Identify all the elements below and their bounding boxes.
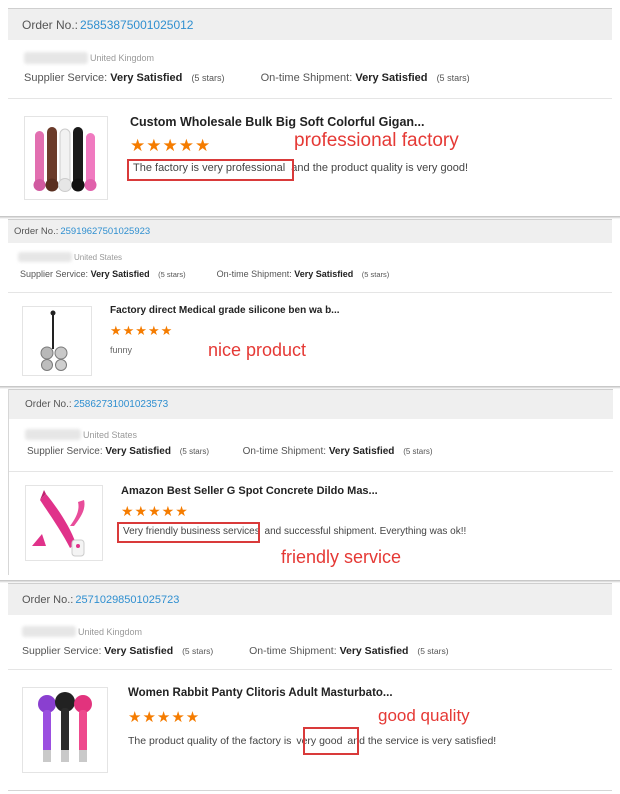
divider bbox=[8, 98, 612, 99]
supplier-service-label: Supplier Service: bbox=[27, 446, 103, 457]
order-header: Order No.: 25919627501025923 bbox=[8, 219, 612, 243]
order-header: Order No.: 25862731001023573 bbox=[9, 389, 613, 419]
annotation-label: friendly service bbox=[281, 547, 402, 567]
supplier-service-rating: Very Satisfied bbox=[104, 645, 174, 657]
buyer-country: United Kingdom bbox=[90, 53, 155, 63]
service-ratings: Supplier Service: Very Satisfied (5 star… bbox=[24, 72, 470, 84]
shipment-rating: Very Satisfied bbox=[328, 446, 395, 457]
shipment-rating: Very Satisfied bbox=[339, 645, 409, 657]
service-ratings: Supplier Service: Very Satisfied (5 star… bbox=[22, 645, 449, 657]
product-title-link[interactable]: Amazon Best Seller G Spot Concrete Dildo… bbox=[121, 485, 378, 497]
supplier-service-label: Supplier Service: bbox=[20, 269, 89, 279]
divider bbox=[8, 669, 612, 670]
service-ratings: Supplier Service: Very Satisfied (5 star… bbox=[20, 269, 389, 279]
divider bbox=[8, 292, 612, 293]
order-number-link[interactable]: 25853875001025012 bbox=[80, 18, 193, 32]
supplier-service-stars: (5 stars) bbox=[182, 646, 214, 656]
review-rest: and the service is very satisfied! bbox=[347, 735, 497, 747]
bottom-divider bbox=[8, 790, 612, 791]
review-text: funny bbox=[110, 345, 133, 355]
annotation-label: nice product bbox=[208, 340, 307, 360]
order-label: Order No.: bbox=[14, 226, 59, 237]
order-label: Order No.: bbox=[22, 17, 79, 32]
supplier-service-stars: (5 stars) bbox=[191, 73, 225, 83]
buyer-location: United Kingdom bbox=[24, 52, 154, 64]
shipment-rating: Very Satisfied bbox=[355, 72, 428, 84]
shipment-stars: (5 stars) bbox=[403, 447, 433, 456]
buyer-location: United Kingdom bbox=[22, 626, 142, 637]
highlight-box bbox=[303, 727, 359, 755]
product-title-link[interactable]: Custom Wholesale Bulk Big Soft Colorful … bbox=[130, 115, 424, 129]
product-image bbox=[33, 127, 97, 192]
annotation-label: professional factory bbox=[294, 130, 459, 151]
product-thumbnail[interactable] bbox=[24, 116, 108, 200]
supplier-service-rating: Very Satisfied bbox=[105, 446, 171, 457]
buyer-name-blurred bbox=[25, 429, 81, 440]
shipment-stars: (5 stars) bbox=[436, 73, 470, 83]
review-rest: and the product quality is very good! bbox=[291, 162, 469, 174]
highlight-box bbox=[117, 522, 260, 543]
supplier-service-label: Supplier Service: bbox=[24, 72, 108, 84]
shipment-stars: (5 stars) bbox=[361, 270, 390, 279]
review-card-3: Order No.: 25862731001023573 United Stat… bbox=[8, 389, 613, 575]
order-header: Order No.: 25853875001025012 bbox=[8, 8, 612, 40]
product-image bbox=[40, 310, 68, 371]
product-thumbnail[interactable] bbox=[22, 687, 108, 773]
order-label: Order No.: bbox=[22, 593, 74, 606]
divider bbox=[9, 471, 613, 472]
review-pre: The product quality of the factory is bbox=[128, 735, 292, 747]
annotation-label: good quality bbox=[378, 706, 470, 725]
rating-stars: ★★★★★ bbox=[128, 709, 201, 726]
buyer-location: United States bbox=[18, 252, 122, 262]
order-header: Order No.: 25710298501025723 bbox=[8, 583, 612, 615]
rating-stars: ★★★★★ bbox=[121, 503, 189, 519]
shipment-label: On-time Shipment: bbox=[216, 269, 292, 279]
product-title-link[interactable]: Factory direct Medical grade silicone be… bbox=[110, 305, 340, 316]
order-number-link[interactable]: 25862731001023573 bbox=[74, 399, 169, 410]
buyer-location: United States bbox=[25, 429, 137, 440]
review-card-1: Order No.: 25853875001025012 United King… bbox=[8, 8, 612, 206]
review-card-4: Order No.: 25710298501025723 United King… bbox=[8, 583, 612, 789]
review-card-2: Order No.: 25919627501025923 United Stat… bbox=[8, 219, 612, 384]
product-image bbox=[32, 490, 85, 557]
supplier-service-rating: Very Satisfied bbox=[110, 72, 183, 84]
buyer-country: United Kingdom bbox=[78, 626, 143, 637]
shipment-label: On-time Shipment: bbox=[242, 446, 327, 457]
shipment-rating: Very Satisfied bbox=[294, 269, 354, 279]
highlight-box bbox=[127, 159, 294, 181]
buyer-name-blurred bbox=[24, 52, 88, 64]
rating-stars: ★★★★★ bbox=[110, 323, 174, 338]
shipment-label: On-time Shipment: bbox=[249, 645, 337, 657]
product-image bbox=[38, 692, 92, 762]
service-ratings: Supplier Service: Very Satisfied (5 star… bbox=[27, 446, 433, 457]
product-title-link[interactable]: Women Rabbit Panty Clitoris Adult Mastur… bbox=[128, 687, 393, 699]
buyer-country: United States bbox=[83, 429, 138, 440]
buyer-country: United States bbox=[74, 252, 123, 262]
product-thumbnail[interactable] bbox=[22, 306, 92, 376]
supplier-service-stars: (5 stars) bbox=[158, 270, 186, 279]
rating-stars: ★★★★★ bbox=[130, 136, 212, 155]
shipment-label: On-time Shipment: bbox=[260, 72, 353, 84]
order-number-link[interactable]: 25919627501025923 bbox=[60, 226, 150, 237]
supplier-service-rating: Very Satisfied bbox=[90, 269, 150, 279]
review-rest: and successful shipment. Everything was … bbox=[264, 526, 467, 537]
order-label: Order No.: bbox=[25, 399, 72, 410]
buyer-name-blurred bbox=[18, 252, 72, 262]
order-number-link[interactable]: 25710298501025723 bbox=[75, 594, 179, 606]
buyer-name-blurred bbox=[22, 626, 76, 637]
supplier-service-stars: (5 stars) bbox=[179, 447, 210, 456]
shipment-stars: (5 stars) bbox=[417, 646, 449, 656]
product-thumbnail[interactable] bbox=[25, 485, 103, 561]
supplier-service-label: Supplier Service: bbox=[22, 645, 102, 657]
